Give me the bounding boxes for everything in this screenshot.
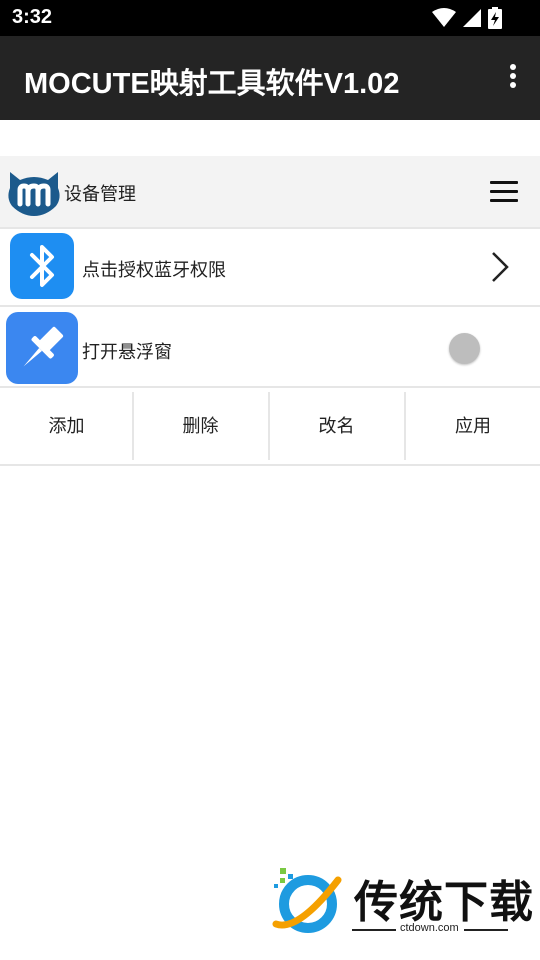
- watermark-url: ctdown.com: [400, 922, 459, 934]
- rename-button[interactable]: 改名: [270, 390, 403, 460]
- floating-window-row: 打开悬浮窗: [0, 308, 540, 386]
- bluetooth-icon: [30, 245, 54, 287]
- divider: [0, 305, 540, 307]
- watermark: 传统下载 ctdown.com: [268, 862, 533, 942]
- status-time: 3:32: [12, 6, 53, 28]
- bluetooth-permission-row[interactable]: 点击授权蓝牙权限: [0, 229, 540, 305]
- divider: [0, 386, 540, 388]
- floating-window-toggle[interactable]: [449, 333, 480, 364]
- action-button-bar: 添加 删除 改名 应用: [0, 390, 540, 464]
- wifi-icon: [431, 8, 456, 27]
- device-management-bar: 设备管理: [0, 156, 540, 228]
- watermark-logo-icon: [272, 868, 342, 933]
- app-title: MOCUTE映射工具软件V1.02: [24, 68, 400, 100]
- battery-charging-icon: [488, 7, 502, 29]
- floating-window-label: 打开悬浮窗: [82, 342, 172, 363]
- divider: [0, 464, 540, 466]
- bluetooth-tile: [10, 233, 74, 299]
- status-bar: 3:32: [0, 0, 540, 36]
- app-bar: MOCUTE映射工具软件V1.02: [0, 36, 540, 120]
- divider: [464, 929, 508, 931]
- add-button[interactable]: 添加: [0, 390, 133, 460]
- watermark-name: 传统下载: [354, 877, 534, 928]
- hamburger-menu-icon[interactable]: [490, 181, 518, 203]
- device-management-title: 设备管理: [64, 184, 136, 205]
- overflow-menu-icon[interactable]: [506, 64, 520, 94]
- chevron-right-icon: [492, 252, 509, 282]
- mocute-logo-icon: [8, 172, 60, 216]
- pin-tile: [6, 312, 78, 384]
- signal-icon: [462, 9, 481, 27]
- apply-button[interactable]: 应用: [406, 390, 540, 460]
- bluetooth-permission-label: 点击授权蓝牙权限: [82, 260, 226, 281]
- delete-button[interactable]: 删除: [134, 390, 267, 460]
- pin-icon: [23, 326, 64, 367]
- status-icons: [431, 7, 502, 29]
- divider: [352, 929, 396, 931]
